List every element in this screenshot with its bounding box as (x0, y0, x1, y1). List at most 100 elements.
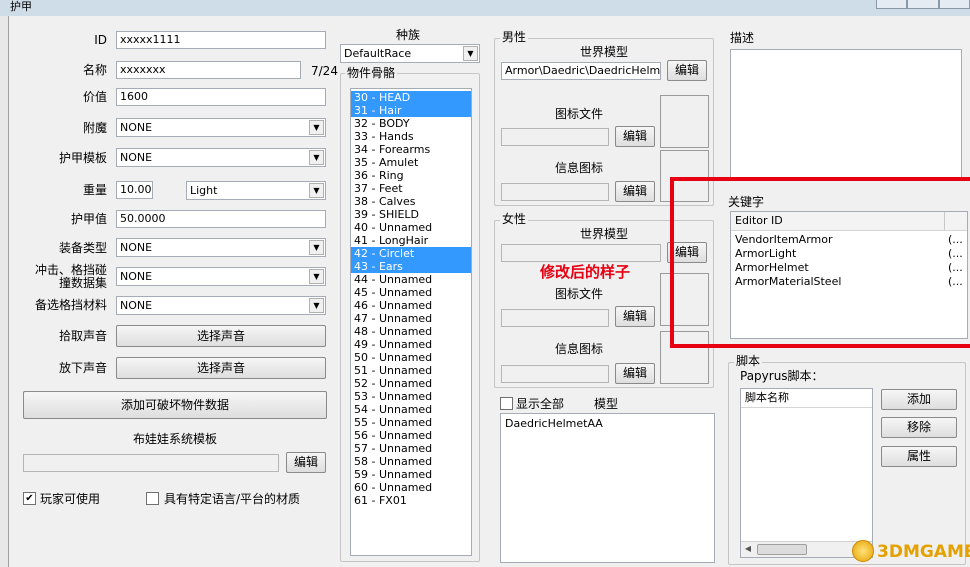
biped-slot-item[interactable]: 51 - Unnamed (351, 364, 471, 377)
enchant-label: 附魔 (82, 121, 107, 135)
chevron-down-icon[interactable]: ▼ (463, 46, 478, 61)
biped-slot-item[interactable]: 55 - Unnamed (351, 416, 471, 429)
impact-select[interactable]: NONE ▼ (116, 267, 326, 286)
biped-slot-item[interactable]: 32 - BODY (351, 117, 471, 130)
biped-slot-item[interactable]: 48 - Unnamed (351, 325, 471, 338)
biped-slot-item[interactable]: 58 - Unnamed (351, 455, 471, 468)
add-destructible-button[interactable]: 添加可破坏物件数据 (23, 391, 327, 419)
enchant-select[interactable]: NONE ▼ (116, 118, 326, 137)
male-icon-file-edit-button[interactable]: 编辑 (615, 126, 655, 147)
value-input[interactable]: 1600 (116, 88, 326, 106)
enchant-value: NONE (120, 121, 153, 134)
biped-slot-item[interactable]: 44 - Unnamed (351, 273, 471, 286)
lang-material-checkbox[interactable] (146, 492, 159, 505)
biped-slot-item[interactable]: 61 - FX01 (351, 494, 471, 507)
chevron-down-icon[interactable]: ▼ (309, 120, 324, 135)
biped-slot-item[interactable]: 35 - Amulet (351, 156, 471, 169)
show-all-checkbox[interactable] (500, 397, 513, 410)
pickup-sound-button[interactable]: 选择声音 (116, 325, 326, 347)
model-list[interactable]: DaedricHelmetAA (500, 413, 715, 563)
biped-slot-item[interactable]: 54 - Unnamed (351, 403, 471, 416)
female-message-icon-input[interactable] (501, 365, 609, 383)
male-message-icon-edit-button[interactable]: 编辑 (615, 181, 655, 202)
remove-script-button[interactable]: 移除 (881, 417, 957, 438)
putdown-sound-button[interactable]: 选择声音 (116, 357, 326, 379)
biped-slot-item[interactable]: 43 - Ears (351, 260, 471, 273)
male-world-model-edit-button[interactable]: 编辑 (667, 60, 707, 81)
scripts-column-header[interactable]: 脚本名称 (741, 389, 872, 408)
biped-slot-item[interactable]: 45 - Unnamed (351, 286, 471, 299)
description-textarea[interactable] (730, 49, 962, 179)
chevron-down-icon[interactable]: ▼ (309, 269, 324, 284)
scroll-left-icon[interactable]: ◀ (741, 542, 755, 556)
armor-rating-input[interactable]: 50.0000 (116, 210, 326, 228)
biped-slot-item[interactable]: 49 - Unnamed (351, 338, 471, 351)
female-icon-file-label: 图标文件 (555, 287, 604, 301)
scrollbar-thumb[interactable] (757, 544, 807, 555)
biped-slot-item[interactable]: 50 - Unnamed (351, 351, 471, 364)
biped-slot-item[interactable]: 57 - Unnamed (351, 442, 471, 455)
biped-slot-item[interactable]: 38 - Calves (351, 195, 471, 208)
biped-slot-item[interactable]: 31 - Hair (351, 104, 471, 117)
maximize-button[interactable] (907, 0, 939, 9)
male-world-model-input[interactable]: Armor\Daedric\DaedricHelmetGO (501, 62, 661, 80)
equip-type-value: NONE (120, 241, 153, 254)
template-select[interactable]: NONE ▼ (116, 148, 326, 167)
biped-slot-item[interactable]: 46 - Unnamed (351, 299, 471, 312)
chevron-down-icon[interactable]: ▼ (309, 183, 324, 198)
biped-slot-item[interactable]: 40 - Unnamed (351, 221, 471, 234)
ragdoll-input[interactable] (23, 454, 279, 472)
block-material-value: NONE (120, 299, 153, 312)
biped-slot-item[interactable]: 36 - Ring (351, 169, 471, 182)
scripts-header-text: 脚本名称 (745, 391, 789, 404)
block-material-select[interactable]: NONE ▼ (116, 296, 326, 315)
minimize-button[interactable] (876, 0, 908, 9)
chevron-down-icon[interactable]: ▼ (309, 298, 324, 313)
equip-type-select[interactable]: NONE ▼ (116, 238, 326, 257)
biped-slot-item[interactable]: 42 - Circlet (351, 247, 471, 260)
race-label: 种族 (396, 28, 421, 42)
biped-slot-item[interactable]: 33 - Hands (351, 130, 471, 143)
id-input[interactable]: xxxxx1111 (116, 31, 326, 49)
scripts-list[interactable]: 脚本名称 ◀ ▶ (740, 388, 873, 558)
biped-slot-item[interactable]: 41 - LongHair (351, 234, 471, 247)
weight-input[interactable]: 10.0000 (116, 181, 153, 199)
biped-slot-item[interactable]: 47 - Unnamed (351, 312, 471, 325)
biped-slot-item[interactable]: 52 - Unnamed (351, 377, 471, 390)
add-script-button[interactable]: 添加 (881, 389, 957, 410)
female-icon-file-edit-button[interactable]: 编辑 (615, 306, 655, 327)
male-message-icon-input[interactable] (501, 183, 609, 201)
female-world-model-label: 世界模型 (580, 227, 629, 241)
chevron-down-icon[interactable]: ▼ (309, 240, 324, 255)
biped-slot-item[interactable]: 30 - HEAD (351, 91, 471, 104)
male-icon-file-input[interactable] (501, 128, 609, 146)
biped-slot-item[interactable]: 34 - Forearms (351, 143, 471, 156)
name-input[interactable]: xxxxxxx (116, 61, 301, 79)
biped-slot-item[interactable]: 53 - Unnamed (351, 390, 471, 403)
female-message-icon-edit-button[interactable]: 编辑 (615, 363, 655, 384)
biped-slot-item[interactable]: 59 - Unnamed (351, 468, 471, 481)
race-value: DefaultRace (344, 47, 412, 60)
biped-slot-item[interactable]: 39 - SHIELD (351, 208, 471, 221)
template-label: 护甲模板 (58, 151, 107, 165)
biped-slot-items: 30 - HEAD 31 - Hair 32 - BODY 33 - Hands 34 … (351, 89, 471, 507)
race-select[interactable]: DefaultRace ▼ (340, 44, 480, 63)
value-label: 价值 (82, 90, 107, 104)
pickup-sound-label: 拾取声音 (58, 329, 107, 343)
biped-slot-item[interactable]: 37 - Feet (351, 182, 471, 195)
female-icon-file-input[interactable] (501, 309, 609, 327)
biped-slot-item[interactable]: 56 - Unnamed (351, 429, 471, 442)
chevron-down-icon[interactable]: ▼ (309, 150, 324, 165)
male-icon-file-label: 图标文件 (555, 107, 604, 121)
biped-slot-list[interactable]: 30 - HEAD 31 - Hair 32 - BODY 33 - Hands 34 … (350, 88, 472, 556)
female-world-model-input[interactable] (501, 244, 661, 262)
armor-type-select[interactable]: Light ▼ (186, 181, 326, 200)
close-button[interactable] (938, 0, 970, 9)
model-list-item[interactable]: DaedricHelmetAA (501, 414, 714, 430)
ragdoll-edit-button[interactable]: 编辑 (286, 452, 326, 473)
biped-slot-item[interactable]: 60 - Unnamed (351, 481, 471, 494)
armor-rating-label: 护甲值 (70, 212, 107, 226)
script-properties-button[interactable]: 属性 (881, 446, 957, 467)
playable-checkbox[interactable]: ✔ (23, 492, 36, 505)
watermark-logo-icon (852, 540, 874, 562)
